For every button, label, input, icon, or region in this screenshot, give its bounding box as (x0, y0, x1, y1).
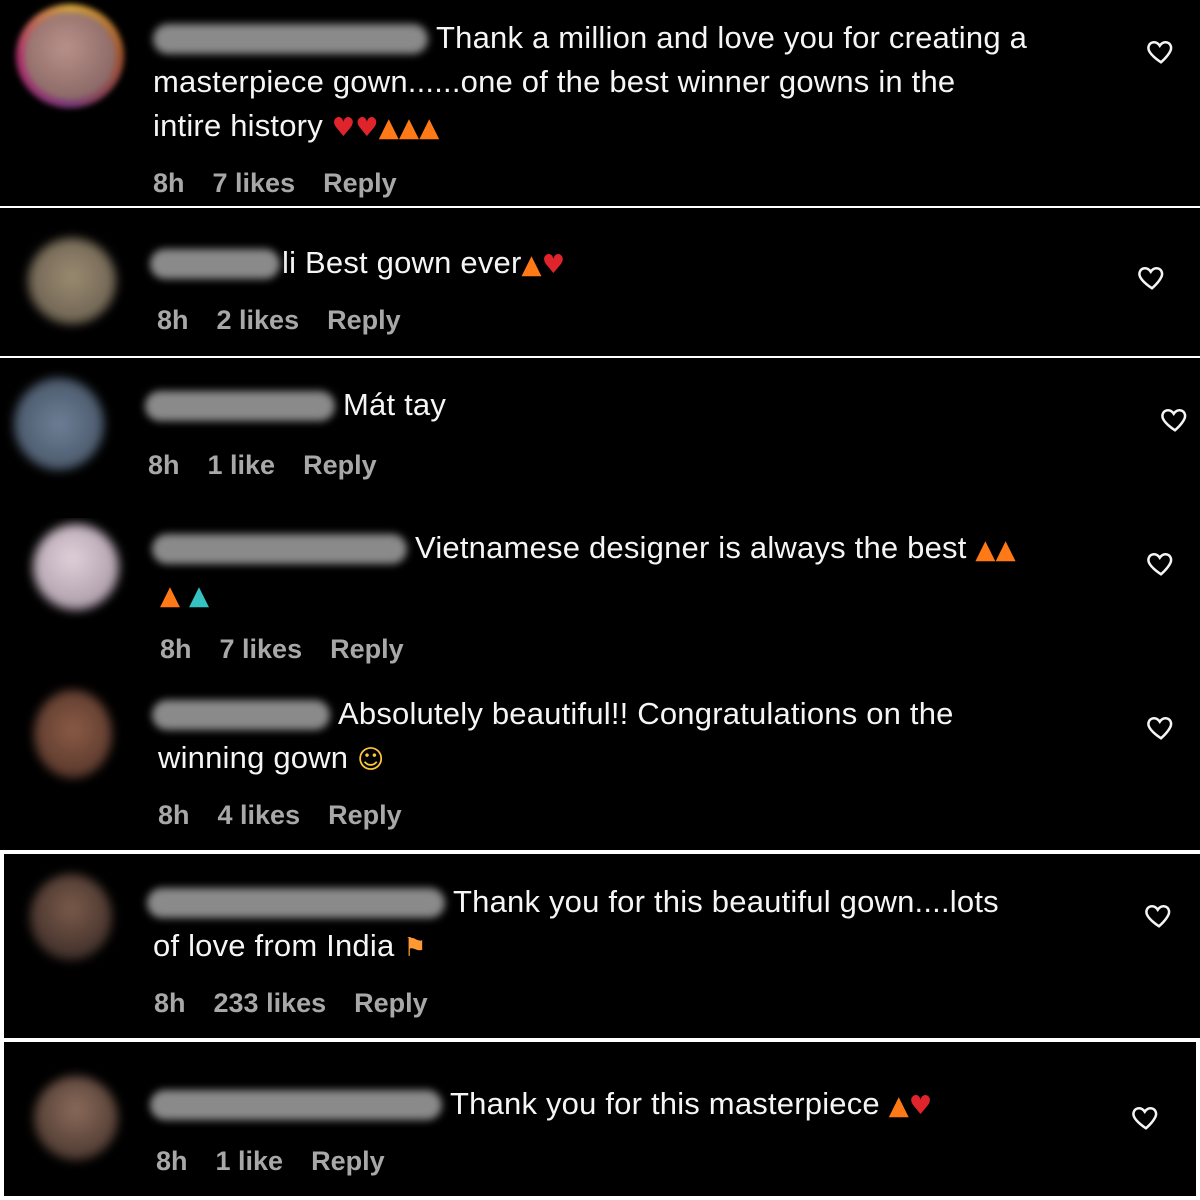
likes-count[interactable]: 233 likes (214, 988, 327, 1018)
timestamp: 8h (148, 450, 180, 480)
comment-4: Vietnamese designer is always the best ▲… (0, 518, 1200, 668)
username-blurred[interactable] (150, 1090, 442, 1120)
username-blurred[interactable] (147, 888, 445, 918)
username-blurred[interactable] (153, 24, 428, 54)
red-heart-emoji: ♥ (541, 250, 566, 280)
comment-meta: 8h 2 likes Reply (157, 305, 429, 336)
username-blurred[interactable] (150, 249, 280, 279)
timestamp: 8h (154, 988, 186, 1018)
heart-outline-icon[interactable] (1144, 900, 1174, 930)
avatar[interactable] (30, 874, 112, 960)
comment-text: Vietnamese designer is always the best ▲… (152, 526, 1112, 618)
timestamp: 8h (153, 168, 185, 198)
timestamp: 8h (160, 634, 192, 664)
red-heart-emoji: ♥ (331, 113, 356, 143)
india-flag-emoji: ⚑ (403, 933, 427, 963)
comment-meta: 8h 1 like Reply (148, 450, 405, 481)
reply-button[interactable]: Reply (323, 168, 397, 198)
star-struck-emoji: ☺ (357, 745, 385, 775)
heart-outline-icon[interactable] (1146, 712, 1176, 742)
fire-emoji: ▲ (888, 1091, 909, 1121)
username-fragment: li (282, 245, 297, 280)
comment-text: Mát tay (145, 383, 1125, 427)
comment-1: Thank a million and love you for creatin… (0, 0, 1200, 206)
fire-emoji: ▲ (398, 113, 420, 143)
avatar[interactable] (34, 1076, 118, 1160)
comment-7: Thank you for this masterpiece ▲♥ 8h 1 li… (4, 1042, 1196, 1196)
fire-emoji: ▲ (975, 535, 996, 565)
avatar[interactable] (24, 12, 116, 100)
comment-5: Absolutely beautiful!! Congratulations o… (0, 668, 1200, 850)
username-blurred[interactable] (152, 700, 330, 730)
heart-outline-icon[interactable] (1131, 1102, 1161, 1132)
likes-count[interactable]: 4 likes (218, 800, 301, 830)
username-blurred[interactable] (152, 534, 407, 564)
fire-emoji: ▲ (378, 113, 399, 143)
comment-text: Thank you for this masterpiece ▲♥ (150, 1082, 1110, 1128)
comment-text: Thank a million and love you for creatin… (153, 20, 1028, 143)
avatar[interactable] (33, 524, 119, 610)
comment-meta: 8h 7 likes Reply (160, 634, 432, 665)
avatar[interactable] (34, 690, 112, 778)
timestamp: 8h (158, 800, 190, 830)
username-blurred[interactable] (145, 391, 335, 421)
red-heart-emoji: ♥ (908, 1091, 933, 1121)
likes-count[interactable]: 1 like (208, 450, 276, 480)
reply-button[interactable]: Reply (328, 800, 402, 830)
reply-button[interactable]: Reply (330, 634, 404, 664)
comment-text: Thank you for this beautiful gown....lot… (147, 880, 1107, 970)
likes-count[interactable]: 7 likes (213, 168, 296, 198)
reply-button[interactable]: Reply (354, 988, 428, 1018)
comment-text: li Best gown ever▲♥ (150, 241, 1130, 287)
comment-meta: 8h 1 like Reply (156, 1146, 413, 1177)
fire-emoji: ▲ (419, 113, 440, 143)
avatar[interactable] (14, 378, 104, 470)
fire-emoji: ▲ (995, 535, 1016, 565)
fire-emoji: ▲ (521, 250, 542, 280)
comment-6: Thank you for this beautiful gown....lot… (4, 854, 1200, 1038)
timestamp: 8h (156, 1146, 188, 1176)
avatar[interactable] (28, 238, 116, 324)
heart-outline-icon[interactable] (1137, 262, 1167, 292)
comment-meta: 8h 7 likes Reply (153, 168, 425, 199)
fire-emoji: ▲ (160, 581, 181, 611)
reply-button[interactable]: Reply (303, 450, 377, 480)
dress-emoji: ▲ (189, 581, 210, 611)
comment-2: li Best gown ever▲♥ 8h 2 likes Reply (0, 208, 1200, 356)
comment-text: Absolutely beautiful!! Congratulations o… (152, 692, 1112, 782)
comment-3: Mát tay 8h 1 like Reply (0, 358, 1200, 518)
heart-outline-icon[interactable] (1160, 404, 1190, 434)
timestamp: 8h (157, 305, 189, 335)
likes-count[interactable]: 7 likes (220, 634, 303, 664)
heart-outline-icon[interactable] (1146, 36, 1176, 66)
likes-count[interactable]: 1 like (216, 1146, 284, 1176)
reply-button[interactable]: Reply (327, 305, 401, 335)
likes-count[interactable]: 2 likes (217, 305, 300, 335)
comment-meta: 8h 4 likes Reply (158, 800, 430, 831)
comment-meta: 8h 233 likes Reply (154, 988, 456, 1019)
reply-button[interactable]: Reply (311, 1146, 385, 1176)
red-heart-emoji: ♥ (355, 113, 379, 143)
heart-outline-icon[interactable] (1146, 548, 1176, 578)
